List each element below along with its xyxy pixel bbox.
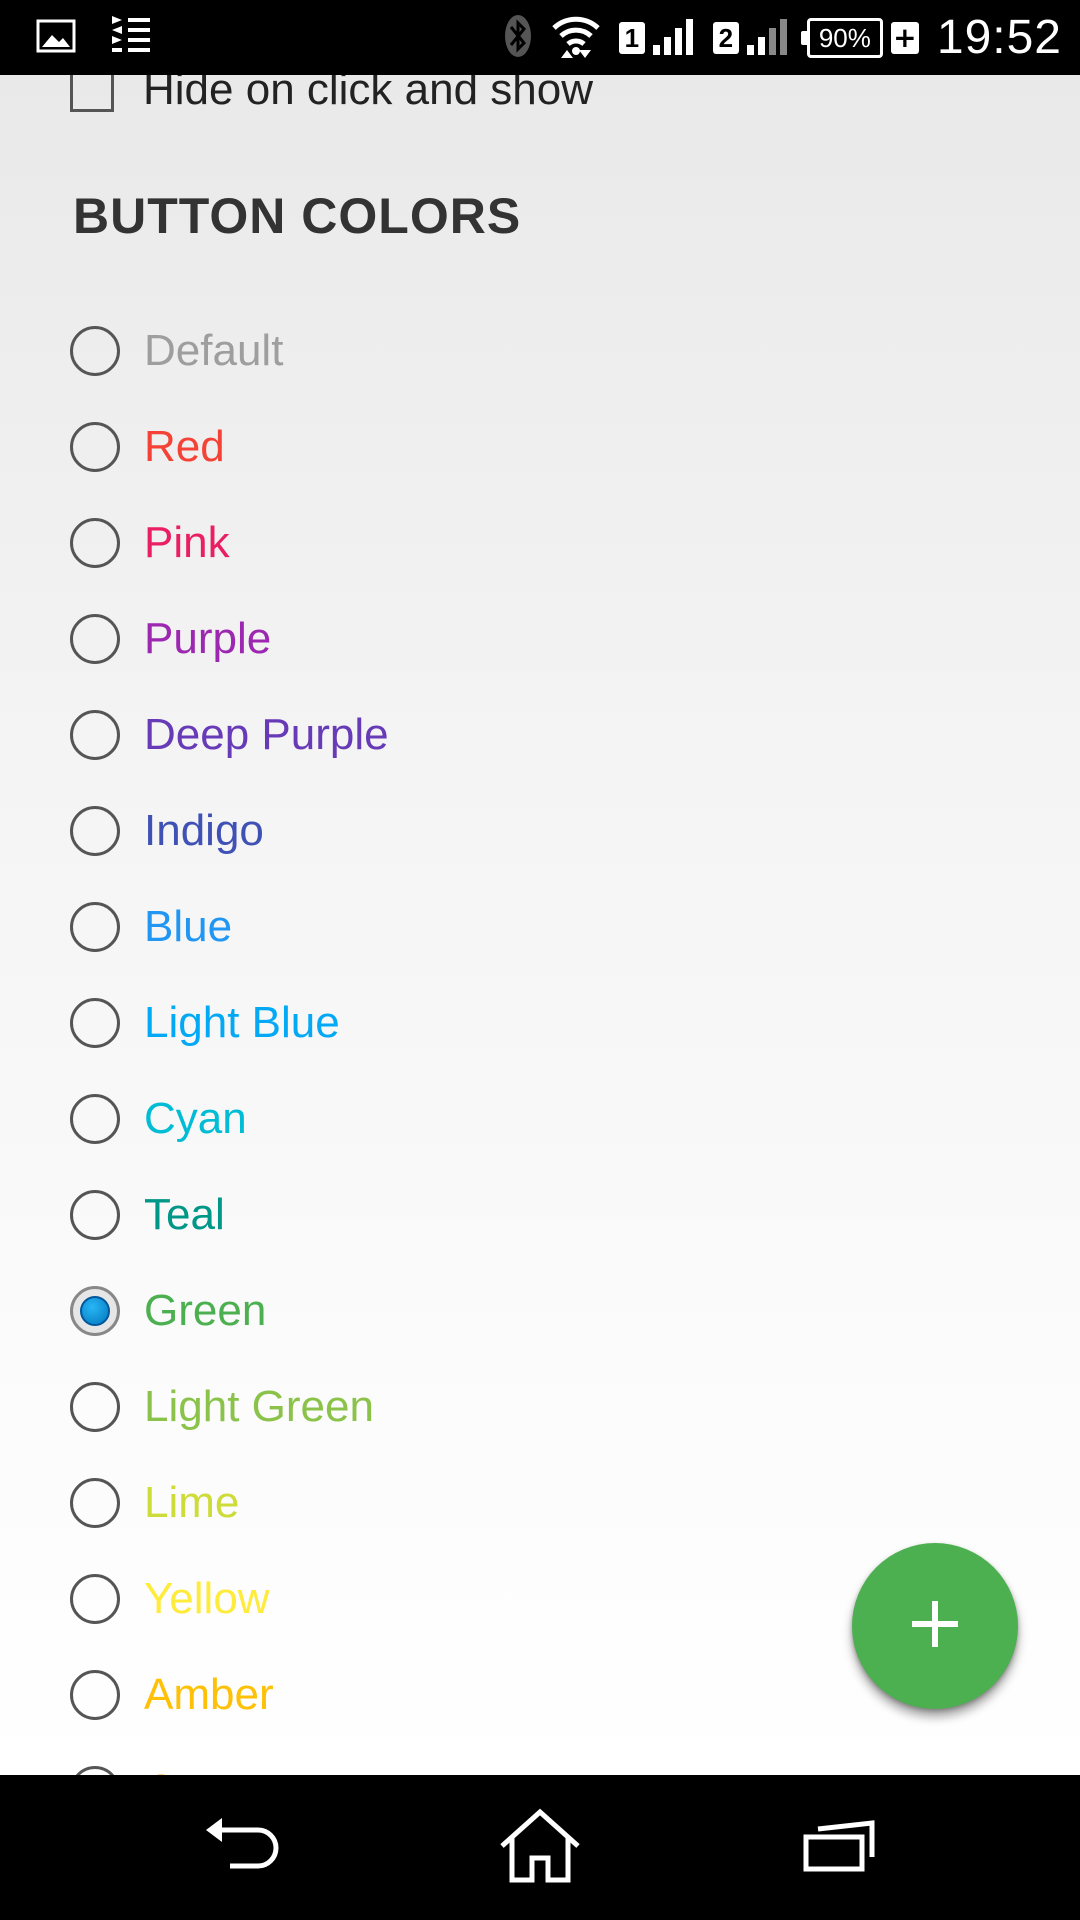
hide-on-click-label: Hide on click and show [143, 75, 594, 114]
recents-icon [802, 1819, 878, 1877]
radio-option-label: Indigo [144, 806, 264, 855]
radio-option-cyan[interactable]: Cyan [0, 1071, 1080, 1167]
radio-button[interactable] [70, 1574, 120, 1624]
radio-option-label: Blue [144, 902, 233, 951]
settings-content[interactable]: Hide on click and show BUTTON COLORS Def… [0, 75, 1080, 1775]
radio-option-pink[interactable]: Pink [0, 495, 1080, 591]
signal-icon [651, 17, 695, 59]
radio-button[interactable] [70, 1382, 120, 1432]
radio-option-lime[interactable]: Lime [0, 1455, 1080, 1551]
radio-option-light-green[interactable]: Light Green [0, 1359, 1080, 1455]
radio-option-label: Orange [144, 1766, 291, 1775]
charging-icon: + [890, 21, 919, 54]
radio-button[interactable] [70, 422, 120, 472]
radio-option-orange[interactable]: Orange [0, 1743, 1080, 1775]
notification-icons [36, 14, 152, 62]
radio-option-deep-purple[interactable]: Deep Purple [0, 687, 1080, 783]
battery-icon: 90% [800, 17, 883, 58]
radio-option-label: Yellow [144, 1574, 270, 1623]
radio-option-green[interactable]: Green [0, 1263, 1080, 1359]
radio-button[interactable] [70, 710, 120, 760]
recents-button[interactable] [790, 1800, 890, 1895]
radio-option-blue[interactable]: Blue [0, 879, 1080, 975]
wifi-icon [551, 14, 601, 62]
radio-button[interactable] [70, 998, 120, 1048]
signal-icon [745, 17, 789, 59]
radio-button[interactable] [70, 1094, 120, 1144]
plus-icon [910, 1599, 960, 1653]
section-title: BUTTON COLORS [73, 188, 522, 244]
radio-option-light-blue[interactable]: Light Blue [0, 975, 1080, 1071]
back-icon [202, 1816, 282, 1880]
radio-option-label: Green [144, 1286, 267, 1335]
radio-option-label: Amber [144, 1670, 274, 1719]
back-button[interactable] [192, 1800, 292, 1895]
radio-option-purple[interactable]: Purple [0, 591, 1080, 687]
home-button[interactable] [490, 1800, 590, 1895]
radio-option-label: Deep Purple [144, 710, 389, 759]
bluetooth-icon [503, 13, 533, 63]
hide-on-click-checkbox[interactable] [70, 75, 114, 112]
hide-on-click-setting[interactable]: Hide on click and show [70, 75, 593, 115]
radio-button[interactable] [70, 1190, 120, 1240]
radio-option-label: Pink [144, 518, 230, 567]
radio-option-teal[interactable]: Teal [0, 1167, 1080, 1263]
clock: 19:52 [936, 11, 1062, 64]
radio-button[interactable] [70, 902, 120, 952]
status-bar: 1 2 90% + 19:52 [0, 0, 1080, 75]
radio-option-label: Red [144, 422, 225, 471]
radio-option-default[interactable]: Default [0, 303, 1080, 399]
navigation-bar [0, 1775, 1080, 1920]
radio-button[interactable] [70, 1670, 120, 1720]
radio-button[interactable] [70, 518, 120, 568]
sim1-signal: 1 [618, 17, 695, 59]
radio-option-label: Cyan [144, 1094, 247, 1143]
radio-button[interactable] [70, 806, 120, 856]
image-icon [36, 16, 76, 60]
radio-button[interactable] [70, 1478, 120, 1528]
radio-option-red[interactable]: Red [0, 399, 1080, 495]
radio-option-label: Light Green [144, 1382, 374, 1431]
radio-option-label: Teal [144, 1190, 225, 1239]
radio-option-indigo[interactable]: Indigo [0, 783, 1080, 879]
radio-button[interactable] [70, 326, 120, 376]
radio-option-label: Default [144, 326, 284, 375]
home-icon [498, 1808, 582, 1888]
radio-option-label: Lime [144, 1478, 240, 1527]
system-icons: 1 2 90% + 19:52 [503, 0, 1062, 75]
sliders-icon [110, 14, 152, 62]
radio-option-label: Purple [144, 614, 272, 663]
sim2-signal: 2 [712, 17, 789, 59]
radio-button[interactable] [70, 614, 120, 664]
radio-button[interactable] [70, 1286, 120, 1336]
sim1-badge: 1 [618, 21, 645, 54]
radio-button[interactable] [70, 1766, 120, 1775]
screen: 1 2 90% + 19:52 Hide on click and show B… [0, 0, 1080, 1920]
add-fab-button[interactable] [852, 1543, 1018, 1709]
radio-option-label: Light Blue [144, 998, 340, 1047]
sim2-badge: 2 [712, 21, 739, 54]
